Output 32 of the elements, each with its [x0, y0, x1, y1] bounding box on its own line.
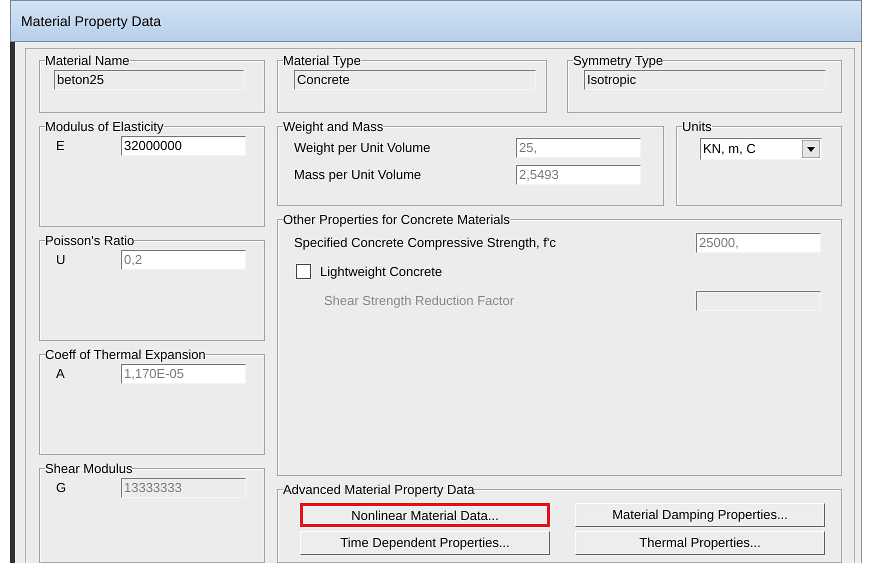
checkbox[interactable] — [296, 264, 311, 280]
group-title: Advanced Material Property Data — [283, 482, 474, 497]
field-label: Weight per Unit Volume — [294, 139, 430, 158]
window-title: Material Property Data — [21, 12, 162, 31]
checkbox-label: Lightweight Concrete — [320, 263, 442, 281]
symbol-label: E — [56, 137, 66, 156]
field-label: Specified Concrete Compressive Strength, f'c — [294, 234, 556, 252]
input-field[interactable]: Concrete — [294, 70, 536, 90]
group-title: Other Properties for Concrete Materials — [283, 212, 510, 227]
symbol-label: A — [56, 365, 66, 384]
group-title: Symmetry Type — [573, 53, 664, 68]
group-title: Material Type — [283, 53, 361, 68]
dialog-button[interactable]: Material Damping Properties... — [575, 503, 825, 527]
input-field[interactable]: beton25 — [54, 70, 244, 90]
group-title: Coeff of Thermal Expansion — [45, 347, 206, 362]
dropdown-arrow-icon[interactable] — [802, 140, 820, 158]
input-field[interactable]: Isotropic — [584, 70, 826, 90]
field-label: Mass per Unit Volume — [294, 166, 422, 184]
group-title: Units — [682, 119, 712, 134]
field-label: Shear Strength Reduction Factor — [323, 292, 514, 310]
group-title: Modulus of Elasticity — [45, 119, 164, 134]
symbol-label: G — [56, 479, 68, 498]
group-title: Shear Modulus — [45, 461, 132, 476]
group-title: Material Name — [45, 53, 130, 68]
input-field[interactable]: 32000000 — [121, 136, 246, 156]
group-title: Poisson's Ratio — [45, 233, 134, 248]
group-title: Weight and Mass — [283, 119, 384, 134]
units-dropdown[interactable]: KN, m, C — [700, 138, 822, 160]
symbol-label: U — [56, 251, 66, 270]
dialog-button[interactable]: Nonlinear Material Data... — [300, 503, 550, 527]
dialog-button[interactable]: Time Dependent Properties... — [300, 531, 550, 555]
dialog-button[interactable]: Thermal Properties... — [575, 531, 825, 555]
